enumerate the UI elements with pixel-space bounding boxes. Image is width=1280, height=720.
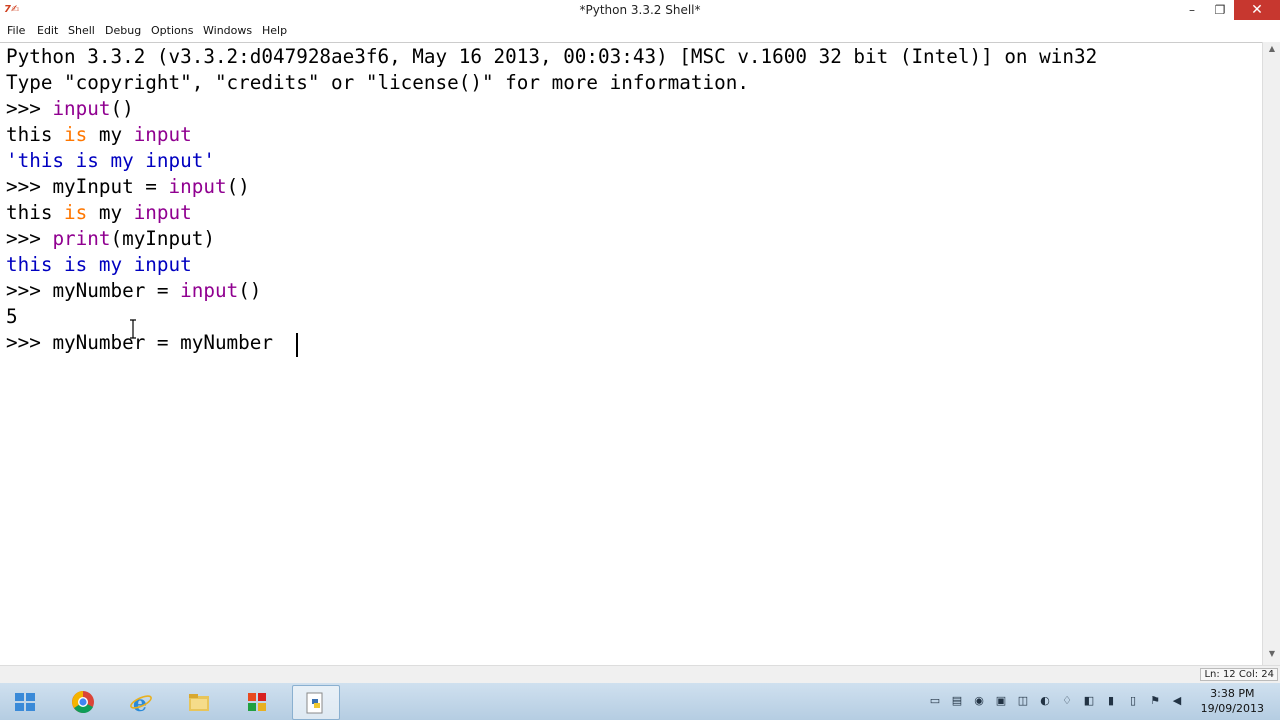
flag-icon[interactable]: ⚑ [1148, 694, 1162, 708]
taskbar-internet-explorer[interactable]: e [118, 685, 164, 718]
builtin-name: input [168, 175, 227, 198]
office-icon [248, 693, 266, 711]
code-text: myInput = [52, 175, 169, 198]
tray-icon-1[interactable]: ▭ [928, 694, 942, 708]
taskbar-python-idle[interactable] [292, 685, 340, 720]
text-caret [296, 333, 298, 357]
window-title: *Python 3.3.2 Shell* [579, 3, 701, 17]
close-button[interactable]: ✕ [1234, 0, 1280, 20]
shell-prompt: >>> [6, 227, 53, 250]
internet-explorer-icon: e [130, 691, 152, 714]
shell-prompt: >>> [6, 175, 53, 198]
shell-prompt: >>> [6, 279, 53, 302]
code-text: my [87, 123, 134, 146]
menu-bar: File Edit Shell Debug Options Windows He… [0, 22, 1280, 40]
system-clock[interactable]: 3:38 PM 19/09/2013 [1201, 686, 1264, 716]
shell-line: this is my input [6, 200, 192, 226]
tray-icon-6[interactable]: ◐ [1038, 694, 1052, 708]
builtin-name: print [52, 227, 111, 250]
shell-prompt: >>> [6, 97, 53, 120]
code-text: my [87, 201, 134, 224]
code-text: this [6, 123, 65, 146]
code-text: () [226, 175, 250, 198]
power-icon[interactable]: ▯ [1126, 694, 1140, 708]
code-text: () [110, 97, 134, 120]
folder-icon [189, 694, 209, 711]
shell-user-input: 5 [6, 305, 18, 328]
python-icon [306, 692, 323, 714]
status-bar: Ln: 12 Col: 24 [0, 665, 1280, 684]
start-button[interactable] [2, 685, 48, 718]
shell-current-line[interactable]: >>> myNumber = myNumber [6, 330, 285, 356]
shell-output: 'this is my input' [6, 149, 215, 172]
keyword: is [64, 123, 88, 146]
cursor-position: Ln: 12 Col: 24 [1200, 668, 1278, 681]
title-bar: 7✍ *Python 3.3.2 Shell* – ❐ ✕ [0, 0, 1280, 22]
code-text: () [238, 279, 262, 302]
taskbar-file-explorer[interactable] [176, 685, 222, 718]
tray-icon-3[interactable]: ◉ [972, 694, 986, 708]
vertical-scrollbar[interactable]: ▲ ▼ [1262, 42, 1280, 665]
tray-icon-8[interactable]: ◧ [1082, 694, 1096, 708]
network-icon[interactable]: ▮ [1104, 694, 1118, 708]
builtin-name: input [180, 279, 239, 302]
shell-line: >>> myNumber = input() [6, 278, 261, 304]
builtin-name: input [52, 97, 111, 120]
scroll-up-icon[interactable]: ▲ [1263, 44, 1280, 58]
menu-shell[interactable]: Shell [68, 24, 95, 37]
shell-line: >>> myInput = input() [6, 174, 250, 200]
ibeam-cursor-icon [130, 319, 136, 339]
menu-file[interactable]: File [7, 24, 25, 37]
minimize-button[interactable]: – [1178, 0, 1206, 20]
windows-logo-icon [15, 693, 35, 711]
shell-text-area[interactable]: Python 3.3.2 (v3.3.2:d047928ae3f6, May 1… [0, 42, 1262, 666]
shell-banner-info: Type "copyright", "credits" or "license(… [6, 71, 749, 94]
code-text: myNumber = [52, 279, 181, 302]
builtin-name: input [133, 123, 192, 146]
code-text: (myInput) [110, 227, 215, 250]
menu-windows[interactable]: Windows [203, 24, 252, 37]
shell-output: this is my input [6, 253, 192, 276]
code-text: this [6, 201, 65, 224]
taskbar-office-app[interactable] [234, 685, 280, 718]
chrome-icon [72, 691, 94, 713]
tray-icon-7[interactable]: ♢ [1060, 694, 1074, 708]
tray-icon-5[interactable]: ◫ [1016, 694, 1030, 708]
tray-icon-4[interactable]: ▣ [994, 694, 1008, 708]
taskbar-chrome[interactable] [60, 685, 106, 718]
shell-banner-version: Python 3.3.2 (v3.3.2:d047928ae3f6, May 1… [6, 45, 1098, 68]
taskbar: e ▭ ▤ ◉ ▣ ◫ ◐ ♢ ◧ ▮ ▯ ⚑ ◀ 3:38 PM 19/09/… [0, 683, 1280, 720]
scroll-down-icon[interactable]: ▼ [1263, 649, 1280, 663]
code-text: myNumber = myNumber [52, 331, 285, 354]
menu-debug[interactable]: Debug [105, 24, 141, 37]
builtin-name: input [133, 201, 192, 224]
tray-icon-2[interactable]: ▤ [950, 694, 964, 708]
volume-icon[interactable]: ◀ [1170, 694, 1184, 708]
clock-time: 3:38 PM [1210, 687, 1255, 700]
keyword: is [64, 201, 88, 224]
shell-line: this is my input [6, 122, 192, 148]
maximize-button[interactable]: ❐ [1206, 0, 1234, 20]
shell-prompt: >>> [6, 331, 53, 354]
clock-date: 19/09/2013 [1200, 702, 1264, 715]
menu-edit[interactable]: Edit [37, 24, 58, 37]
shell-line: >>> input() [6, 96, 134, 122]
svg-text:e: e [133, 691, 147, 714]
menu-options[interactable]: Options [151, 24, 193, 37]
menu-help[interactable]: Help [262, 24, 287, 37]
shell-line: >>> print(myInput) [6, 226, 215, 252]
